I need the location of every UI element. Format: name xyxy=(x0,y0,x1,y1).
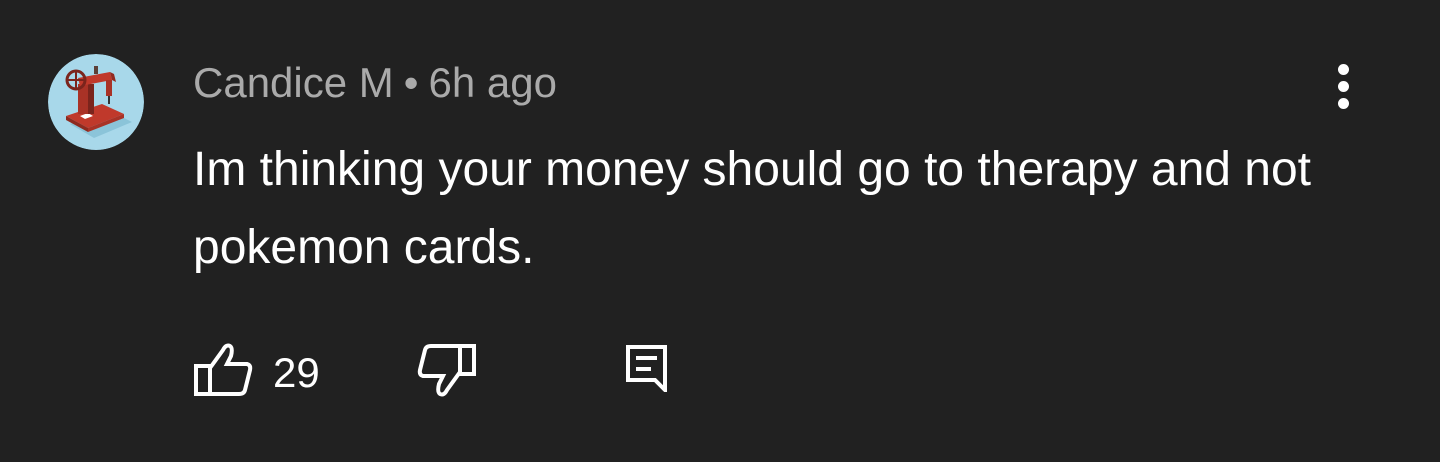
thumbs-down-icon xyxy=(417,344,476,397)
comment-text: Im thinking your money should go to ther… xyxy=(193,143,1312,274)
comment-reply-icon xyxy=(626,345,667,395)
comment-card: Candice M • 6h ago Im thinking your money … xyxy=(0,0,1440,462)
comment-timestamp: 6h ago xyxy=(428,59,557,106)
like-button[interactable]: 29 xyxy=(193,340,333,400)
comment-meta: Candice M • 6h ago xyxy=(193,58,557,108)
author-name[interactable]: Candice M xyxy=(193,59,394,106)
more-vertical-icon-dot xyxy=(1338,98,1349,109)
more-vertical-icon xyxy=(1338,64,1349,75)
more-vertical-icon-dot xyxy=(1338,81,1349,92)
reply-button[interactable] xyxy=(625,340,685,400)
sewing-machine-avatar-icon xyxy=(48,54,144,150)
thumbs-up-icon xyxy=(194,343,253,396)
more-options-button[interactable] xyxy=(1314,56,1374,116)
dislike-button[interactable] xyxy=(415,340,485,400)
avatar[interactable] xyxy=(48,54,144,150)
meta-separator: • xyxy=(403,59,419,106)
like-count: 29 xyxy=(273,349,320,396)
